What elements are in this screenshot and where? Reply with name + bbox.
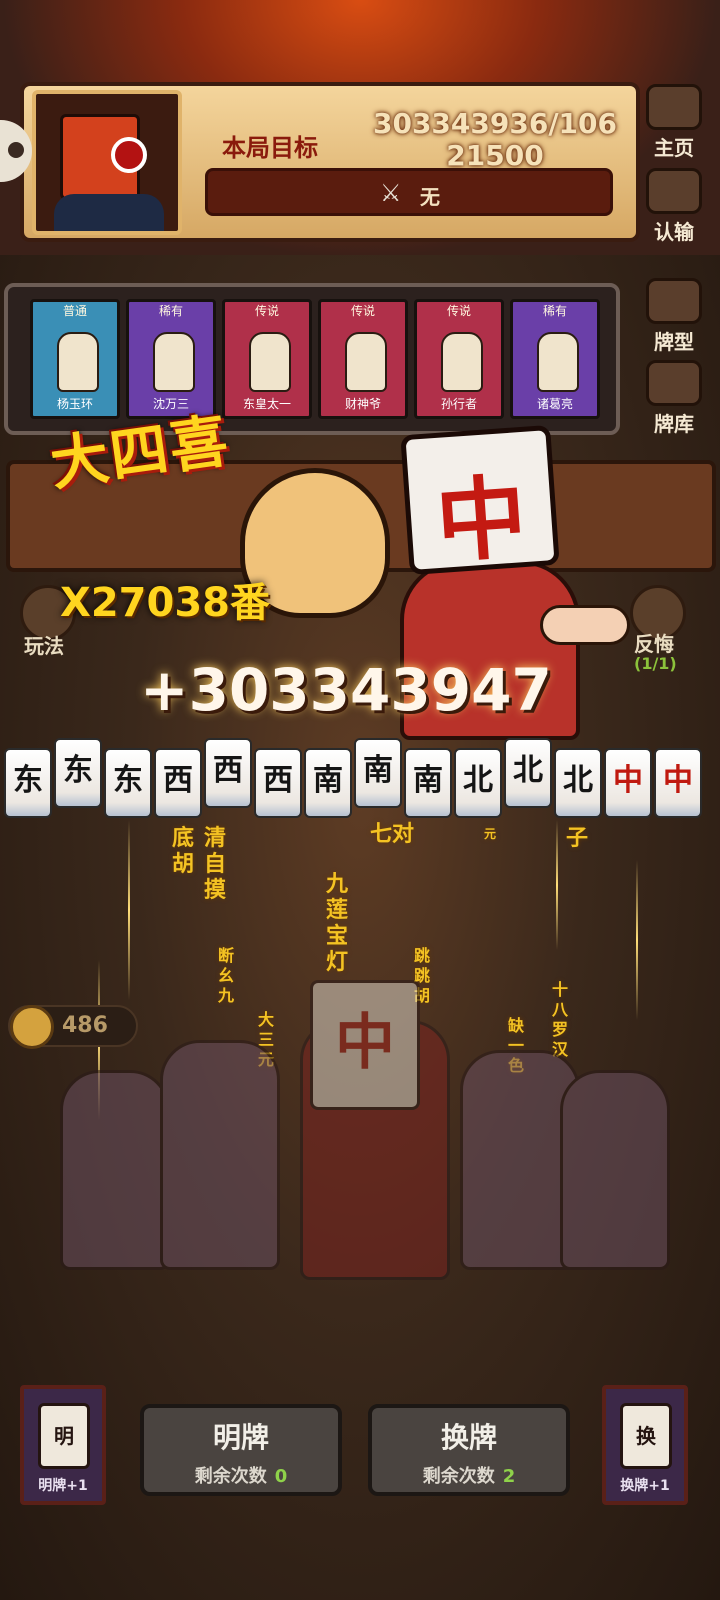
character-card-row: 普通 杨玉环 稀有 沈万三 传说 东皇太一 传说 财神爷 传说 孙行者 稀有 诸… — [4, 283, 620, 435]
tile-deck-button[interactable]: 牌库 — [636, 360, 712, 437]
card-rarity: 传说 — [254, 304, 279, 318]
character-card[interactable]: 稀有 沈万三 — [126, 299, 216, 419]
card-name: 杨玉环 — [56, 397, 93, 411]
character-card[interactable]: 稀有 诸葛亮 — [510, 299, 600, 419]
boss-avatar[interactable] — [32, 90, 182, 235]
floating-hand-name: 清自摸 — [204, 826, 227, 903]
goal-value: 303343936/106 21500 — [372, 107, 617, 172]
reveal-card-label: 明牌+1 — [38, 1478, 88, 1494]
hand-types-button[interactable]: 牌型 — [636, 278, 712, 355]
swap-title: 换牌 — [440, 1421, 497, 1454]
character-figure — [441, 332, 483, 392]
crowd-tile-head: 中 — [310, 980, 420, 1110]
mahjong-tile[interactable]: 南 — [354, 738, 402, 808]
mahjong-tile[interactable]: 北 — [554, 748, 602, 818]
hand-tile-row: 东 东 东 西 西 西 南 南 南 北 北 北 中 中 — [4, 738, 704, 824]
boss-tile-head — [60, 114, 147, 200]
floating-hand-name: 底胡 — [172, 826, 195, 877]
red-dragon-glyph: 中 — [432, 464, 530, 576]
crowd-figure — [160, 1040, 280, 1270]
swap-remaining-label: 剩余次数 — [422, 1466, 495, 1487]
home-icon — [646, 84, 702, 130]
coin-value: 486 — [62, 1013, 108, 1038]
white-flag-icon — [646, 168, 702, 214]
swap-tile-icon: 换 — [620, 1403, 672, 1469]
card-name: 诸葛亮 — [536, 397, 573, 411]
crossed-swords-icon: ⚔ — [380, 179, 402, 207]
rules-label: 玩法 — [24, 634, 64, 658]
reveal-button[interactable]: 明牌 剩余次数 0 — [140, 1404, 342, 1496]
surrender-label: 认输 — [654, 220, 694, 244]
character-figure — [57, 332, 99, 392]
swap-card-slot[interactable]: 换 换牌+1 — [602, 1385, 688, 1505]
mahjong-tile[interactable]: 中 — [654, 748, 702, 818]
reveal-remaining-count: 0 — [274, 1466, 288, 1487]
tile-deck-label: 牌库 — [654, 412, 694, 436]
undo-label: 反悔 — [634, 632, 674, 656]
card-rarity: 稀有 — [542, 304, 567, 318]
score-gain: +303343947 — [140, 656, 552, 724]
mahjong-tile[interactable]: 南 — [404, 748, 452, 818]
swap-remaining-count: 2 — [502, 1466, 516, 1487]
crowd-figure — [60, 1070, 170, 1270]
swap-button[interactable]: 换牌 剩余次数 2 — [368, 1404, 570, 1496]
mahjong-tile[interactable]: 东 — [4, 748, 52, 818]
floating-hand-name: 七对 — [370, 822, 415, 847]
floating-hand-name: 子 — [566, 826, 589, 851]
card-name: 孙行者 — [440, 397, 477, 411]
crowd-figure — [560, 1070, 670, 1270]
coin-counter: 486 — [8, 1005, 138, 1049]
tile-book-icon — [646, 278, 702, 324]
mahjong-tile[interactable]: 北 — [504, 738, 552, 808]
character-figure — [249, 332, 291, 392]
goal-condition-text: 无 — [420, 185, 440, 209]
combo-multiplier: X27038番 — [60, 580, 270, 626]
undo-count: (1/1) — [634, 654, 677, 673]
character-card[interactable]: 普通 杨玉环 — [30, 299, 120, 419]
mahjong-tile[interactable]: 西 — [204, 738, 252, 808]
card-name: 财神爷 — [344, 397, 381, 411]
mahjong-tile[interactable]: 西 — [254, 748, 302, 818]
mahjong-tile[interactable]: 北 — [454, 748, 502, 818]
surrender-button[interactable]: 认输 — [636, 168, 712, 245]
character-figure — [345, 332, 387, 392]
character-tile-head: 中 — [400, 424, 560, 576]
card-rarity: 传说 — [446, 304, 471, 318]
light-streak — [556, 820, 558, 950]
tile-deck-icon — [646, 360, 702, 406]
mahjong-tile[interactable]: 东 — [54, 738, 102, 808]
home-label: 主页 — [654, 136, 694, 160]
swap-card-label: 换牌+1 — [620, 1478, 670, 1494]
mahjong-tile[interactable]: 西 — [154, 748, 202, 818]
reveal-tile-icon: 明 — [38, 1403, 90, 1469]
reveal-remaining: 剩余次数 0 — [144, 1462, 338, 1488]
character-card[interactable]: 传说 孙行者 — [414, 299, 504, 419]
character-figure — [537, 332, 579, 392]
card-rarity: 传说 — [350, 304, 375, 318]
floating-hand-name: 元 — [484, 827, 497, 841]
card-rarity: 普通 — [62, 304, 87, 318]
home-button[interactable]: 主页 — [636, 84, 712, 161]
reveal-card-slot[interactable]: 明 明牌+1 — [20, 1385, 106, 1505]
character-card[interactable]: 传说 财神爷 — [318, 299, 408, 419]
boss-body — [54, 194, 164, 231]
character-card[interactable]: 传说 东皇太一 — [222, 299, 312, 419]
card-rarity: 稀有 — [158, 304, 183, 318]
mahjong-tile[interactable]: 南 — [304, 748, 352, 818]
character-hand — [540, 605, 630, 645]
hand-types-label: 牌型 — [654, 330, 694, 354]
mahjong-tile[interactable]: 中 — [604, 748, 652, 818]
reveal-remaining-label: 剩余次数 — [194, 1466, 267, 1487]
goal-condition-bar: ⚔ 无 — [205, 168, 613, 216]
coin-icon — [10, 1005, 54, 1049]
goal-label: 本局目标 — [222, 134, 318, 162]
background-crowd: 中 — [40, 960, 690, 1300]
character-figure — [153, 332, 195, 392]
swap-remaining: 剩余次数 2 — [372, 1462, 566, 1488]
reveal-title: 明牌 — [212, 1421, 269, 1454]
mahjong-tile[interactable]: 东 — [104, 748, 152, 818]
